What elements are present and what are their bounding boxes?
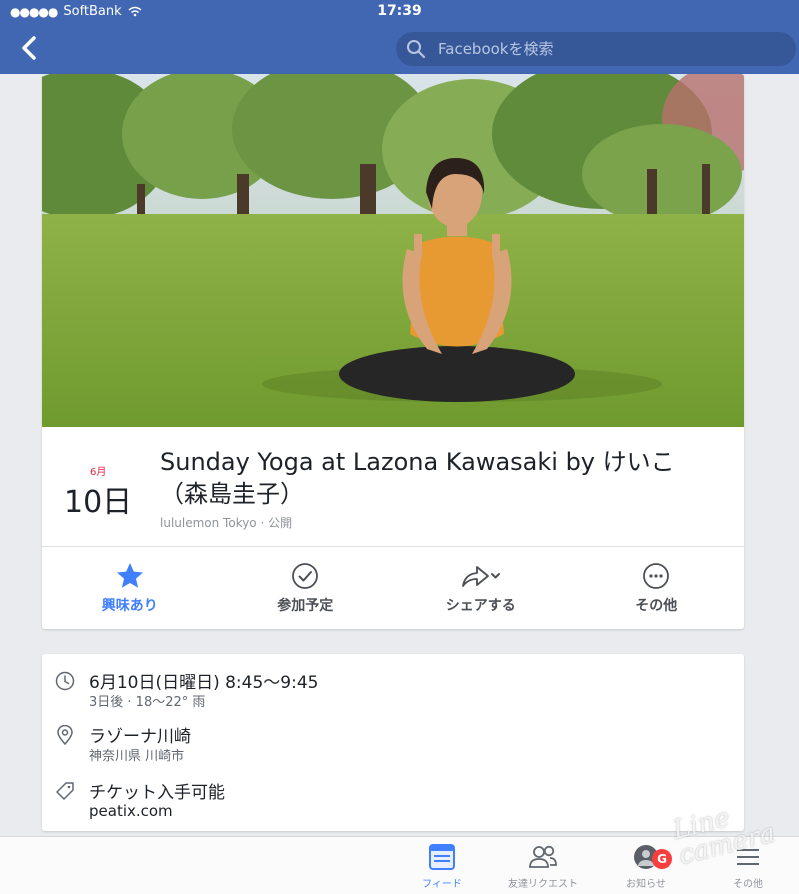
check-circle-icon — [292, 563, 319, 589]
more-icon — [643, 563, 670, 589]
tab-friend-requests[interactable]: 友達リクエスト — [498, 843, 588, 890]
feed-icon — [429, 844, 455, 870]
event-host[interactable]: lululemon Tokyo · 公開 — [160, 514, 292, 531]
search-bar[interactable] — [396, 32, 796, 66]
event-cover-photo[interactable] — [42, 74, 744, 427]
event-date-day: 10日 — [64, 485, 133, 520]
going-button[interactable]: 参加予定 — [218, 547, 394, 629]
ticket-tag-icon — [56, 782, 74, 800]
event-weather: 3日後 · 18〜22° 雨 — [89, 695, 206, 710]
event-title: Sunday Yoga at Lazona Kawasaki by けいこ（森島… — [160, 448, 675, 508]
notification-badge: G — [652, 849, 672, 869]
event-action-bar: 興味あり 参加予定 シェアする その他 — [42, 547, 744, 629]
search-icon — [407, 40, 426, 59]
status-bar-time: 17:39 — [377, 3, 422, 19]
event-date-month: 6月 — [90, 467, 107, 478]
going-label: 参加予定 — [277, 598, 334, 614]
event-ticket-status: チケット入手可能 — [89, 783, 225, 803]
tab-friend-requests-label: 友達リクエスト — [508, 879, 578, 890]
event-time: 6月10日(日曜日) 8:45〜9:45 — [89, 673, 319, 693]
event-location: ラゾーナ川崎 — [89, 727, 191, 747]
share-label: シェアする — [445, 598, 516, 614]
event-details-card: 6月10日(日曜日) 8:45〜9:45 3日後 · 18〜22° 雨 ラゾーナ… — [42, 654, 744, 831]
tab-more[interactable]: その他 — [703, 843, 793, 890]
clock-icon — [55, 671, 75, 691]
share-button[interactable]: シェアする — [393, 547, 569, 629]
location-pin-icon — [57, 725, 73, 745]
back-arrow-icon[interactable] — [16, 34, 44, 62]
bottom-tab-bar: フィード 友達リクエスト G お知らせ その他 — [0, 836, 799, 894]
more-button[interactable]: その他 — [569, 547, 745, 629]
menu-icon — [737, 849, 759, 865]
event-location-area: 神奈川県 川崎市 — [89, 749, 185, 764]
event-ticket-link[interactable]: peatix.com — [89, 802, 173, 820]
friends-icon — [529, 845, 557, 868]
tab-feed[interactable]: フィード — [397, 843, 487, 890]
tab-feed-label: フィード — [422, 879, 462, 890]
tab-more-label: その他 — [733, 879, 763, 890]
top-navigation-bar: ●●●●● SoftBank 17:39 — [0, 0, 799, 74]
interested-button[interactable]: 興味あり — [42, 547, 218, 629]
share-icon — [461, 566, 500, 587]
more-label: その他 — [635, 598, 678, 614]
tab-notifications[interactable]: G お知らせ — [601, 843, 691, 890]
star-icon — [116, 563, 143, 588]
event-card: 6月 10日 Sunday Yoga at Lazona Kawasaki by… — [42, 74, 744, 629]
tab-notifications-label: お知らせ — [626, 879, 666, 890]
interested-label: 興味あり — [101, 598, 158, 614]
search-input[interactable] — [438, 40, 758, 58]
